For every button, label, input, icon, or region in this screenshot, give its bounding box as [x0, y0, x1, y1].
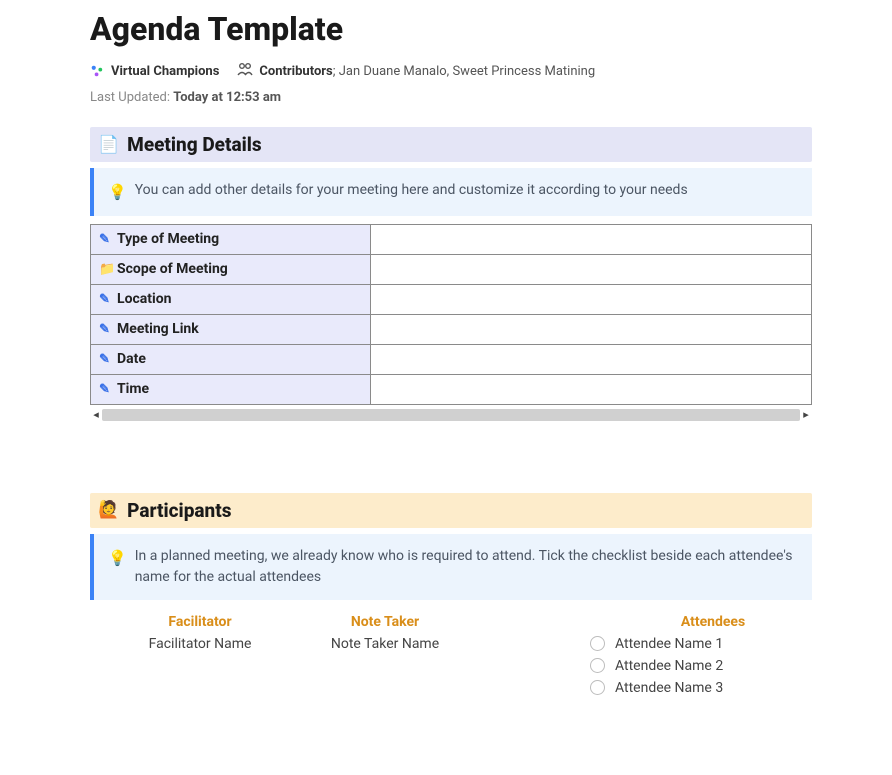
table-row: ✎ Time [91, 374, 812, 404]
note-taker-header: Note Taker [280, 614, 490, 630]
table-row: ✎ Location [91, 284, 812, 314]
row-label-cell: 📁 Scope of Meeting [91, 254, 371, 284]
row-label-cell: ✎ Location [91, 284, 371, 314]
attendees-list: Attendee Name 1 Attendee Name 2 Attendee N… [590, 636, 812, 696]
row-value-cell[interactable] [371, 374, 812, 404]
document-icon: 📄 [98, 135, 119, 155]
attendee-checkbox[interactable] [590, 680, 605, 695]
row-label: Type of Meeting [117, 231, 219, 247]
row-label-cell: ✎ Time [91, 374, 371, 404]
facilitator-value[interactable]: Facilitator Name [120, 636, 280, 652]
row-value-cell[interactable] [371, 314, 812, 344]
meta-row: Virtual Champions Contributors; Jan Duan… [90, 62, 812, 80]
section-header-participants: 🙋 Participants [90, 493, 812, 528]
pen-icon: ✎ [99, 322, 113, 337]
attendee-item: Attendee Name 3 [590, 680, 812, 696]
row-label: Time [117, 381, 149, 397]
row-label: Location [117, 291, 171, 307]
scroll-right-arrow[interactable]: ▸ [800, 408, 812, 421]
workspace-name: Virtual Champions [111, 64, 219, 79]
scroll-left-arrow[interactable]: ◂ [90, 408, 102, 421]
lightbulb-icon: 💡 [108, 547, 127, 570]
pen-icon: ✎ [99, 232, 113, 247]
attendee-name[interactable]: Attendee Name 3 [615, 680, 723, 696]
last-updated: Last Updated: Today at 12:53 am [90, 90, 812, 105]
pen-icon: ✎ [99, 382, 113, 397]
facilitator-header: Facilitator [120, 614, 280, 630]
attendee-name[interactable]: Attendee Name 2 [615, 658, 723, 674]
workspace-tag[interactable]: Virtual Champions [90, 64, 219, 79]
row-label-cell: ✎ Date [91, 344, 371, 374]
row-value-cell[interactable] [371, 254, 812, 284]
attendee-item: Attendee Name 2 [590, 658, 812, 674]
page-title: Agenda Template [90, 10, 812, 48]
meeting-details-table-wrap: ✎ Type of Meeting 📁 Scope of Meeting ✎ Locati… [90, 224, 812, 423]
horizontal-scrollbar[interactable]: ◂ ▸ [90, 407, 812, 423]
meeting-details-table: ✎ Type of Meeting 📁 Scope of Meeting ✎ Locati… [90, 224, 812, 405]
table-row: ✎ Meeting Link [91, 314, 812, 344]
facilitator-column: Facilitator Facilitator Name [90, 614, 280, 702]
contributors[interactable]: Contributors; Jan Duane Manalo, Sweet Pr… [237, 62, 595, 80]
row-value-cell[interactable] [371, 284, 812, 314]
lightbulb-icon: 💡 [108, 181, 127, 204]
attendee-item: Attendee Name 1 [590, 636, 812, 652]
tip-text: You can add other details for your meeti… [135, 180, 688, 201]
table-row: ✎ Type of Meeting [91, 224, 812, 254]
note-taker-column: Note Taker Note Taker Name [280, 614, 490, 702]
note-taker-value[interactable]: Note Taker Name [280, 636, 490, 652]
row-label: Meeting Link [117, 321, 199, 337]
attendees-column: Attendees Attendee Name 1 Attendee Name 2… [490, 614, 812, 702]
contributors-label: Contributors [259, 64, 332, 79]
tip-box-participants: 💡 In a planned meeting, we already know … [90, 534, 812, 600]
raising-hand-icon: 🙋 [98, 500, 119, 520]
pen-icon: ✎ [99, 292, 113, 307]
attendee-checkbox[interactable] [590, 658, 605, 673]
table-row: 📁 Scope of Meeting [91, 254, 812, 284]
row-label-cell: ✎ Type of Meeting [91, 224, 371, 254]
row-label-cell: ✎ Meeting Link [91, 314, 371, 344]
row-label: Date [117, 351, 146, 367]
roles-row: Facilitator Facilitator Name Note Taker … [90, 614, 812, 702]
workspace-icon [90, 64, 105, 79]
row-label: Scope of Meeting [117, 261, 228, 277]
attendees-header: Attendees [590, 614, 812, 630]
people-icon [237, 62, 253, 80]
scroll-track[interactable] [102, 409, 800, 421]
tip-box-meeting-details: 💡 You can add other details for your mee… [90, 168, 812, 216]
row-value-cell[interactable] [371, 344, 812, 374]
pen-icon: ✎ [99, 352, 113, 367]
row-value-cell[interactable] [371, 224, 812, 254]
section-header-meeting-details: 📄 Meeting Details [90, 127, 812, 162]
table-row: ✎ Date [91, 344, 812, 374]
tip-text: In a planned meeting, we already know wh… [135, 546, 798, 588]
folder-icon: 📁 [99, 262, 113, 277]
attendee-checkbox[interactable] [590, 636, 605, 651]
attendee-name[interactable]: Attendee Name 1 [615, 636, 723, 652]
